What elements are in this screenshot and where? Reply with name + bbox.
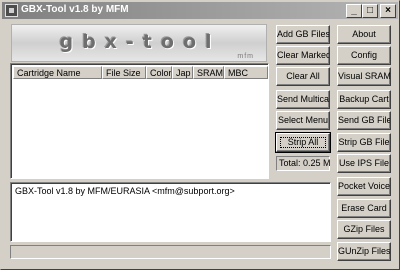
title-bar[interactable]: GBX-Tool v1.8 by MFM _ □ ×: [2, 2, 398, 19]
main-window: GBX-Tool v1.8 by MFM _ □ × gbx-tool mfm …: [0, 0, 400, 270]
cartridge-list[interactable]: Cartridge Name File Size Color Jap SRAM …: [10, 63, 269, 179]
column-jap[interactable]: Jap: [172, 66, 193, 79]
visual-sram-button[interactable]: Visual SRAM: [337, 67, 391, 86]
close-button[interactable]: ×: [380, 4, 396, 18]
send-gb-file-button[interactable]: Send GB File: [337, 111, 391, 130]
column-color[interactable]: Color: [146, 66, 172, 79]
gzip-files-button[interactable]: GZip Files: [337, 220, 391, 239]
logo-subtext: mfm: [237, 53, 254, 60]
status-bar: [10, 245, 331, 259]
column-sram[interactable]: SRAM: [193, 66, 224, 79]
use-ips-file-button[interactable]: Use IPS File: [337, 154, 391, 173]
log-text: GBX-Tool v1.8 by MFM/EURASIA <mfm@subpor…: [15, 186, 235, 196]
minimize-button[interactable]: _: [346, 4, 362, 18]
erase-card-button[interactable]: Erase Card: [337, 199, 391, 218]
maximize-button[interactable]: □: [362, 4, 378, 18]
select-menu-button[interactable]: Select Menu: [276, 111, 330, 130]
strip-all-button[interactable]: Strip All: [275, 132, 331, 153]
pocket-voice-button[interactable]: Pocket Voice: [337, 177, 391, 196]
clear-marked-button[interactable]: Clear Marked: [276, 46, 330, 65]
cartridge-list-header: Cartridge Name File Size Color Jap SRAM …: [13, 66, 268, 79]
total-size-readout: Total: 0.25 M: [276, 156, 331, 171]
window-title: GBX-Tool v1.8 by MFM: [21, 4, 129, 15]
add-gb-files-button[interactable]: Add GB Files: [276, 25, 330, 44]
gunzip-files-button[interactable]: GUnZip Files: [337, 242, 391, 261]
column-mbc[interactable]: MBC: [224, 66, 268, 79]
about-button[interactable]: About: [337, 25, 391, 44]
send-multicart-button[interactable]: Send Multicart: [276, 90, 330, 109]
backup-cart-button[interactable]: Backup Cart: [337, 90, 391, 109]
column-cartridge-name[interactable]: Cartridge Name: [13, 66, 102, 79]
logo-text: gbx-tool: [59, 31, 221, 53]
app-icon[interactable]: [5, 4, 18, 17]
log-output[interactable]: GBX-Tool v1.8 by MFM/EURASIA <mfm@subpor…: [10, 182, 331, 242]
clear-all-button[interactable]: Clear All: [276, 67, 330, 86]
config-button[interactable]: Config: [337, 46, 391, 65]
column-file-size[interactable]: File Size: [102, 66, 146, 79]
strip-gb-file-button[interactable]: Strip GB File: [337, 133, 391, 152]
gbx-tool-logo: gbx-tool mfm: [11, 24, 267, 62]
